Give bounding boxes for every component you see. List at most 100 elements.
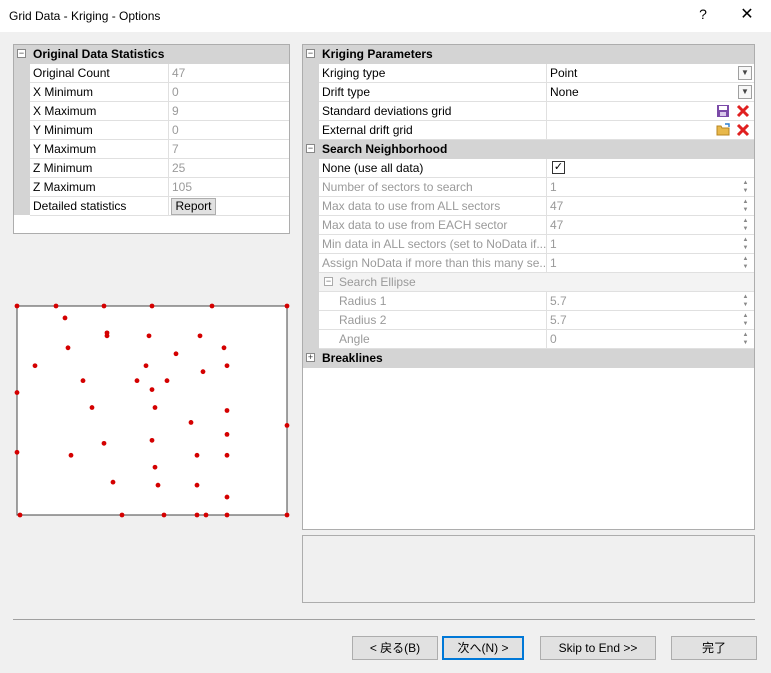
spin-down-icon[interactable]: ▼: [740, 263, 751, 271]
ellipse-row-label: Angle: [319, 330, 547, 349]
clear-icon[interactable]: [736, 104, 750, 118]
data-point: [14, 390, 20, 395]
stats-row: Detailed statistics Report: [30, 197, 289, 216]
spin-down-icon[interactable]: ▼: [740, 339, 751, 347]
search-row-value[interactable]: 1: [550, 254, 720, 273]
search-row[interactable]: Assign NoData if more than this many se.…: [319, 254, 754, 273]
search-row[interactable]: Min data in ALL sectors (set to NoData i…: [319, 235, 754, 254]
ellipse-row-value[interactable]: 5.7: [550, 292, 720, 311]
kriging-section-header[interactable]: − Kriging Parameters: [303, 45, 754, 64]
search-row-value[interactable]: 47: [550, 197, 720, 216]
spin-buttons[interactable]: ▲ ▼: [740, 331, 751, 348]
search-row[interactable]: Number of sectors to search 1 ▲ ▼: [319, 178, 754, 197]
data-point: [32, 363, 38, 369]
kriging-type-dropdown[interactable]: ▼: [738, 66, 752, 80]
collapse-icon[interactable]: −: [17, 49, 26, 58]
skip-to-end-button[interactable]: Skip to End >>: [540, 636, 656, 660]
std-grid-row[interactable]: Standard deviations grid: [319, 102, 754, 121]
search-row-value[interactable]: 1: [550, 178, 720, 197]
spin-buttons[interactable]: ▲ ▼: [740, 179, 751, 196]
stats-row-label: Original Count: [30, 64, 169, 83]
spin-buttons[interactable]: ▲ ▼: [740, 255, 751, 272]
stats-row-value: 47: [172, 66, 186, 80]
stats-row-label: Detailed statistics: [30, 197, 169, 216]
search-section-header[interactable]: − Search Neighborhood: [303, 140, 754, 159]
spin-buttons[interactable]: ▲ ▼: [740, 312, 751, 329]
std-grid-value[interactable]: [550, 102, 720, 121]
search-row-value[interactable]: 47: [550, 216, 720, 235]
stats-row-label: Y Maximum: [30, 140, 169, 159]
ellipse-row[interactable]: Radius 2 5.7 ▲ ▼: [319, 311, 754, 330]
spin-buttons[interactable]: ▲ ▼: [740, 217, 751, 234]
spin-up-icon[interactable]: ▲: [740, 198, 751, 206]
spin-up-icon[interactable]: ▲: [740, 293, 751, 301]
spin-down-icon[interactable]: ▼: [740, 187, 751, 195]
ellipse-row-label: Radius 2: [319, 311, 547, 330]
drift-type-value[interactable]: None: [550, 83, 720, 102]
drift-type-dropdown[interactable]: ▼: [738, 85, 752, 99]
stats-row: Z Maximum 105: [30, 178, 289, 197]
spin-up-icon[interactable]: ▲: [740, 236, 751, 244]
search-ellipse-header[interactable]: − Search Ellipse: [319, 273, 754, 292]
search-row-value[interactable]: 1: [550, 235, 720, 254]
plot-border: [16, 305, 288, 516]
collapse-icon[interactable]: −: [306, 144, 315, 153]
search-row-label: Assign NoData if more than this many se.…: [319, 254, 547, 273]
next-button[interactable]: 次へ(N) >: [442, 636, 524, 660]
drift-type-row[interactable]: Drift type None ▼: [319, 83, 754, 102]
data-point: [164, 378, 170, 384]
data-point: [152, 464, 158, 470]
spin-down-icon[interactable]: ▼: [740, 244, 751, 252]
collapse-icon[interactable]: −: [324, 277, 333, 286]
external-drift-value[interactable]: [550, 121, 720, 140]
spin-up-icon[interactable]: ▲: [740, 331, 751, 339]
data-point: [119, 512, 125, 518]
kriging-type-row[interactable]: Kriging type Point ▼: [319, 64, 754, 83]
external-drift-row[interactable]: External drift grid: [319, 121, 754, 140]
back-button[interactable]: < 戻る(B): [352, 636, 438, 660]
spin-down-icon[interactable]: ▼: [740, 320, 751, 328]
search-row[interactable]: Max data to use from ALL sectors 47 ▲ ▼: [319, 197, 754, 216]
breaklines-section-header[interactable]: + Breaklines: [303, 349, 754, 368]
help-button[interactable]: ?: [693, 6, 713, 26]
spin-down-icon[interactable]: ▼: [740, 301, 751, 309]
finish-button[interactable]: 完了: [671, 636, 757, 660]
spin-down-icon[interactable]: ▼: [740, 206, 751, 214]
spin-down-icon[interactable]: ▼: [740, 225, 751, 233]
none-use-all-checkbox[interactable]: ✓: [552, 161, 565, 174]
close-button[interactable]: ✕: [737, 4, 757, 26]
spin-up-icon[interactable]: ▲: [740, 217, 751, 225]
ellipse-row-value[interactable]: 5.7: [550, 311, 720, 330]
ellipse-row[interactable]: Radius 1 5.7 ▲ ▼: [319, 292, 754, 311]
spin-buttons[interactable]: ▲ ▼: [740, 198, 751, 215]
report-button[interactable]: Report: [171, 198, 216, 215]
ellipse-row-value[interactable]: 0: [550, 330, 720, 349]
kriging-type-value[interactable]: Point: [550, 64, 720, 83]
spin-up-icon[interactable]: ▲: [740, 179, 751, 187]
data-point: [146, 333, 152, 339]
collapse-icon[interactable]: −: [306, 49, 315, 58]
spin-buttons[interactable]: ▲ ▼: [740, 236, 751, 253]
data-point: [209, 303, 215, 309]
none-use-all-row[interactable]: None (use all data) ✓: [319, 159, 754, 178]
spin-up-icon[interactable]: ▲: [740, 255, 751, 263]
data-point: [101, 303, 107, 309]
data-point: [89, 405, 95, 410]
stats-row-label: Y Minimum: [30, 121, 169, 140]
save-icon[interactable]: [716, 104, 730, 118]
search-row[interactable]: Max data to use from EACH sector 47 ▲ ▼: [319, 216, 754, 235]
expand-icon[interactable]: +: [306, 353, 315, 362]
none-use-all-label: None (use all data): [319, 159, 547, 178]
clear-icon[interactable]: [736, 123, 750, 137]
stats-row: Original Count 47: [30, 64, 289, 83]
spin-buttons[interactable]: ▲ ▼: [740, 293, 751, 310]
props-gutter: [303, 45, 319, 368]
data-point: [68, 452, 74, 458]
open-folder-icon[interactable]: [716, 123, 731, 137]
spin-up-icon[interactable]: ▲: [740, 312, 751, 320]
stats-section-header[interactable]: − Original Data Statistics: [14, 45, 289, 64]
ellipse-row-label: Radius 1: [319, 292, 547, 311]
external-drift-label: External drift grid: [319, 121, 547, 140]
stats-row: Y Maximum 7: [30, 140, 289, 159]
ellipse-row[interactable]: Angle 0 ▲ ▼: [319, 330, 754, 349]
